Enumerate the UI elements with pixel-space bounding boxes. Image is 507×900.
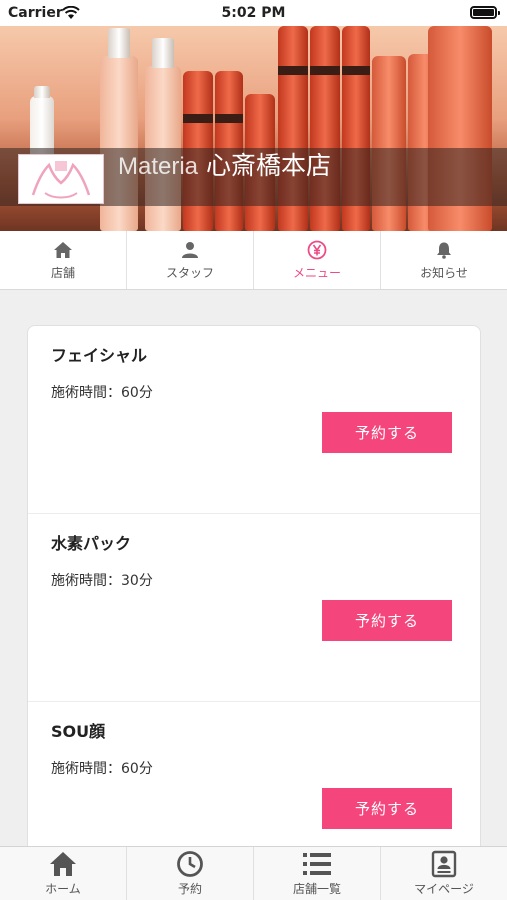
reserve-button[interactable]: 予約する <box>322 412 452 453</box>
product-band <box>310 66 340 75</box>
reserve-button[interactable]: 予約する <box>322 600 452 641</box>
menu-item: フェイシャル 施術時間：60分 予約する <box>28 326 480 514</box>
nav-home[interactable]: ホーム <box>0 847 127 900</box>
home-icon <box>49 850 77 878</box>
menu-item: 水素パック 施術時間：30分 予約する <box>28 514 480 702</box>
nav-mypage[interactable]: マイページ <box>381 847 507 900</box>
menu-item-name: 水素パック <box>51 534 132 553</box>
tab-news[interactable]: お知らせ <box>381 231 507 289</box>
status-bar: Carrier 5:02 PM <box>0 0 507 26</box>
salon-title: Materia 心斎橋本店 <box>118 146 331 182</box>
reserve-button[interactable]: 予約する <box>322 788 452 829</box>
menu-card: フェイシャル 施術時間：60分 予約する 水素パック 施術時間：30分 予約する… <box>27 325 481 846</box>
tab-label: お知らせ <box>420 265 468 280</box>
menu-item-name: SOU顔 <box>51 722 106 741</box>
product-band <box>278 66 308 75</box>
yen-icon <box>307 240 327 260</box>
tab-label: 店舗 <box>50 265 75 280</box>
product-band <box>183 114 213 123</box>
menu-item-duration: 施術時間：30分 <box>51 573 153 589</box>
tab-label: スタッフ <box>165 265 214 280</box>
brand-name: Materia <box>118 153 199 180</box>
list-icon <box>302 850 332 878</box>
tab-menu[interactable]: メニュー <box>254 231 381 289</box>
hero-banner: Materia 心斎橋本店 <box>0 26 507 231</box>
product-cap <box>152 38 174 68</box>
salon-name: 心斎橋本店 <box>205 151 331 180</box>
salon-logo <box>18 154 104 204</box>
person-icon <box>181 240 199 260</box>
product-cap <box>34 86 50 98</box>
product-band <box>342 66 370 75</box>
menu-item-duration: 施術時間：60分 <box>51 761 153 777</box>
menu-list-area[interactable]: フェイシャル 施術時間：60分 予約する 水素パック 施術時間：30分 予約する… <box>0 290 507 846</box>
nav-label: 店舗一覧 <box>292 882 341 896</box>
product-band <box>215 114 243 123</box>
status-time: 5:02 PM <box>221 5 286 21</box>
profile-card-icon <box>431 850 457 878</box>
store-tabs: 店舗 スタッフ メニュー お知らせ <box>0 231 507 290</box>
menu-item-name: フェイシャル <box>51 346 148 365</box>
nav-store-list[interactable]: 店舗一覧 <box>254 847 381 900</box>
tab-label: メニュー <box>292 265 341 280</box>
clock-icon <box>176 850 204 878</box>
home-icon <box>53 240 73 260</box>
tab-staff[interactable]: スタッフ <box>127 231 254 289</box>
product-cap <box>108 28 130 58</box>
nav-label: マイページ <box>414 882 474 896</box>
nav-label: 予約 <box>177 882 202 896</box>
tab-store[interactable]: 店舗 <box>0 231 127 289</box>
bell-icon <box>435 240 453 260</box>
menu-item-duration: 施術時間：60分 <box>51 385 153 401</box>
nav-label: ホーム <box>45 882 81 896</box>
menu-item: SOU顔 施術時間：60分 予約する <box>28 702 480 846</box>
battery-icon <box>470 6 500 19</box>
nav-reservation[interactable]: 予約 <box>127 847 254 900</box>
bottom-nav: ホーム 予約 店舗一覧 マイページ <box>0 846 507 900</box>
